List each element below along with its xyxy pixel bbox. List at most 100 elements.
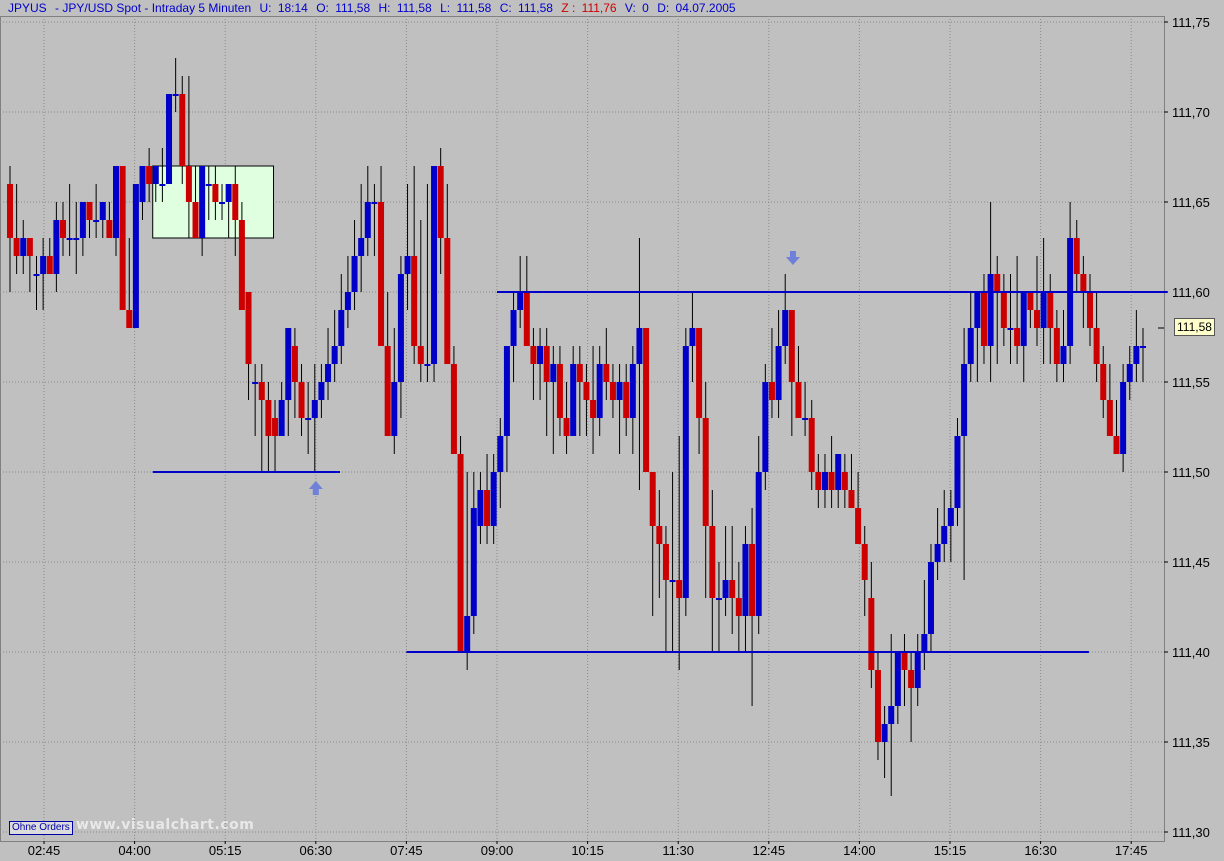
ohne-orders-button[interactable]: Ohne Orders <box>9 821 73 835</box>
candle-body <box>1073 238 1080 274</box>
candle-body <box>894 652 901 706</box>
candle-body <box>364 202 371 238</box>
candle-body <box>1020 292 1027 346</box>
candle-body <box>669 580 676 582</box>
candle-body <box>563 418 570 436</box>
candle-body <box>252 382 259 384</box>
candle-body <box>1106 400 1113 436</box>
candle-body <box>802 418 809 420</box>
candle-body <box>46 256 53 274</box>
candle-body <box>179 94 186 166</box>
chart-area[interactable]: 02:45 04:00 05:15 06:30 07:45 09:00 10:15 11:30… <box>0 0 1224 861</box>
candle-body <box>987 274 994 346</box>
candle-body <box>782 310 789 346</box>
candle-body <box>437 166 444 238</box>
candle-body <box>199 166 206 238</box>
candle-body <box>384 346 391 436</box>
l-value: 111,58 <box>456 1 492 15</box>
candle-body <box>768 382 775 400</box>
candle-body <box>656 526 663 544</box>
candle-body <box>888 706 895 724</box>
candle-body <box>99 202 106 220</box>
candle-body <box>212 184 219 202</box>
candle-body <box>868 598 875 670</box>
candle-body <box>855 508 862 544</box>
candle-body <box>1053 328 1060 364</box>
v-value: 0 <box>642 1 649 15</box>
candle-body <box>775 346 782 400</box>
candle-body <box>603 364 610 382</box>
y-tick-label: 111,40 <box>1172 645 1210 660</box>
candle-body <box>1047 292 1054 328</box>
candle-body <box>113 166 120 238</box>
candle-body <box>722 580 729 598</box>
candle-body <box>470 508 477 616</box>
x-tick-label: 12:45 <box>753 843 786 858</box>
candle-body <box>556 364 563 418</box>
candle-body <box>735 598 742 616</box>
candle-body <box>265 400 272 436</box>
x-tick-label: 06:30 <box>300 843 333 858</box>
symbol-info-bar: JPYUS - JPY/USD Spot - Intraday 5 Minute… <box>8 0 741 16</box>
z-label: Z : <box>561 1 576 15</box>
x-tick-label: 17:45 <box>1115 843 1148 858</box>
candle-body <box>994 274 1001 292</box>
candle-body <box>1033 310 1040 328</box>
candle-body <box>1027 292 1034 310</box>
candle-body <box>404 256 411 274</box>
y-tick-label: 111,35 <box>1172 735 1210 750</box>
candle-body <box>450 364 457 454</box>
candle-body <box>291 346 298 382</box>
candle-body <box>93 220 100 222</box>
candle-body <box>371 202 378 204</box>
candle-body <box>311 400 318 418</box>
candle-body <box>325 364 332 382</box>
u-value: 18:14 <box>277 1 308 15</box>
candle-body <box>1086 292 1093 328</box>
v-label: V: <box>624 1 636 15</box>
candle-body <box>378 202 385 346</box>
candle-body <box>729 580 736 598</box>
candle-body <box>424 364 431 366</box>
candle-body <box>961 364 968 436</box>
candle-body <box>954 436 961 508</box>
candle-body <box>146 166 153 184</box>
y-tick-label: 111,60 <box>1172 285 1210 300</box>
candle-body <box>742 544 749 616</box>
candle-body <box>444 238 451 364</box>
candle-body <box>550 364 557 382</box>
x-tick-label: 05:15 <box>209 843 242 858</box>
candle-body <box>762 382 769 472</box>
candle-body <box>331 346 338 364</box>
z-value: 111,76 <box>581 1 617 15</box>
candle-body <box>132 184 139 328</box>
candle-body <box>530 346 537 364</box>
candle-body <box>947 508 954 526</box>
candle-body <box>1100 364 1107 400</box>
candlestick-chart[interactable]: 02:45 04:00 05:15 06:30 07:45 09:00 10:15 11:30… <box>0 0 1224 861</box>
candle-body <box>623 382 630 418</box>
candle-body <box>285 328 292 400</box>
candle-body <box>795 382 802 418</box>
candle-body <box>397 274 404 382</box>
candle-body <box>305 418 312 420</box>
candle-body <box>26 238 33 256</box>
x-tick-label: 15:15 <box>934 843 967 858</box>
candle-body <box>106 220 113 238</box>
candle-body <box>192 202 199 238</box>
c-value: 111,58 <box>518 1 553 15</box>
candle-body <box>139 166 146 202</box>
candle-body <box>1126 364 1133 382</box>
candle-body <box>1080 274 1087 292</box>
h-value: 111,58 <box>396 1 432 15</box>
candle-body <box>510 310 517 346</box>
candle-body <box>629 364 636 418</box>
x-tick-label: 14:00 <box>843 843 876 858</box>
y-tick-label: 111,70 <box>1172 105 1210 120</box>
candle-body <box>40 256 47 274</box>
candle-body <box>278 400 285 436</box>
candle-body <box>609 382 616 400</box>
y-tick-label: 111,45 <box>1172 555 1210 570</box>
candle-body <box>225 184 232 202</box>
symbol-description: - JPY/USD Spot - Intraday 5 Minuten <box>55 1 252 15</box>
